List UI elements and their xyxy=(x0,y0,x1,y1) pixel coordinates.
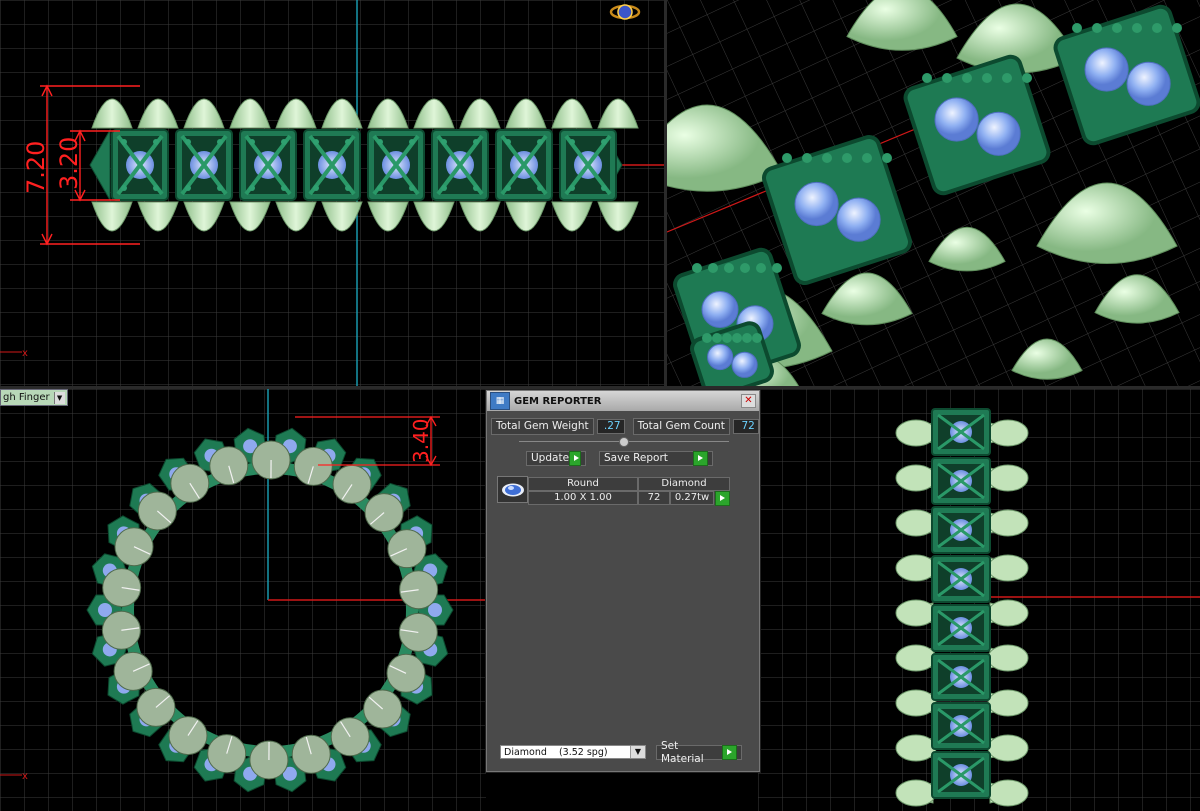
header-shape: Round xyxy=(528,477,638,491)
gem-table-header: Round Diamond xyxy=(528,477,730,491)
set-material-label: Set Material xyxy=(661,739,704,765)
gem-setting-side xyxy=(931,702,991,750)
axis-x-label-front: x xyxy=(22,348,28,359)
set-material-go-icon xyxy=(722,745,737,760)
spike-top-view xyxy=(114,527,154,567)
spike-top-view xyxy=(207,734,247,774)
ring-side xyxy=(895,408,1029,807)
gem-count-cell: 72 xyxy=(638,491,670,505)
gem-setting xyxy=(303,129,361,201)
top-view-canvas: 3.40 x xyxy=(0,389,486,811)
total-count-value: 72 xyxy=(732,419,759,434)
save-report-go-icon xyxy=(693,451,708,466)
update-label: Update xyxy=(531,452,570,464)
axis-x-label-top: x xyxy=(22,771,28,782)
dim-inner-label: 3.20 xyxy=(55,137,83,190)
spike-top-view xyxy=(364,493,404,533)
gem-setting xyxy=(495,129,553,201)
gem-setting xyxy=(175,129,233,201)
material-select-value: Diamond (3.52 spg) xyxy=(504,747,608,758)
dim-outer-label: 7.20 xyxy=(22,141,50,194)
gem-setting-side xyxy=(931,506,991,554)
gem-weight-cell: 0.27tw xyxy=(670,491,714,505)
viewport-front[interactable]: 7.20 3.20 x xyxy=(0,0,664,386)
total-weight-value: .27 xyxy=(596,419,625,434)
gem-setting-side xyxy=(931,604,991,652)
perspective-canvas xyxy=(667,0,1200,386)
gem-setting-side xyxy=(931,555,991,603)
save-report-label: Save Report xyxy=(604,452,668,464)
chevron-down-icon[interactable]: ▼ xyxy=(630,746,645,758)
header-material: Diamond xyxy=(638,477,730,491)
finger-size-dropdown[interactable]: gh Finger ▼ xyxy=(0,389,68,406)
spike-top-view xyxy=(101,610,141,650)
dim-top-label: 3.40 xyxy=(409,418,433,463)
total-count-label: Total Gem Count xyxy=(632,418,730,435)
round-gem-icon xyxy=(501,483,524,496)
table-row[interactable]: 1.00 X 1.00 72 0.27tw xyxy=(528,491,730,506)
finger-size-label: gh Finger xyxy=(3,392,50,403)
material-select[interactable]: Diamond (3.52 spg) ▼ xyxy=(500,745,646,759)
gem-reporter-title: GEM REPORTER xyxy=(514,395,602,407)
gem-setting xyxy=(431,129,489,201)
gem-setting-side xyxy=(931,408,991,456)
total-weight-label: Total Gem Weight xyxy=(491,418,594,435)
gem-thumbnail[interactable] xyxy=(497,476,528,503)
gem-setting-side xyxy=(931,457,991,505)
slider-knob[interactable] xyxy=(619,437,629,447)
gem-setting xyxy=(559,129,617,201)
front-view-canvas: 7.20 3.20 x xyxy=(0,0,664,386)
update-button[interactable]: Update xyxy=(526,451,586,466)
gem-reporter-panel[interactable]: ▦ GEM REPORTER ✕ Total Gem Weight .27 To… xyxy=(486,390,760,772)
gem-size-cell: 1.00 X 1.00 xyxy=(528,491,638,505)
totals-row: Total Gem Weight .27 Total Gem Count 72 xyxy=(491,418,759,435)
gem-list[interactable]: Round Diamond 1.00 X 1.00 72 0.27tw xyxy=(496,473,755,737)
row-go-icon[interactable] xyxy=(715,491,730,506)
gem-setting-side xyxy=(931,751,991,799)
spike-top-view xyxy=(363,689,403,729)
save-report-button[interactable]: Save Report xyxy=(599,451,713,466)
viewport-side[interactable]: y xyxy=(758,389,1200,811)
gem-reporter-logo-icon: ▦ xyxy=(490,392,510,410)
gem-setting xyxy=(111,129,169,201)
close-icon[interactable]: ✕ xyxy=(741,394,756,408)
side-view-canvas: y xyxy=(758,389,1200,811)
chevron-down-icon[interactable]: ▼ xyxy=(53,391,65,404)
viewport-top[interactable]: 3.40 x xyxy=(0,389,486,811)
gem-reporter-titlebar[interactable]: ▦ GEM REPORTER ✕ xyxy=(487,391,759,411)
update-go-icon xyxy=(569,451,581,466)
viewport-perspective[interactable] xyxy=(667,0,1200,386)
gem-setting-side xyxy=(931,653,991,701)
gem-setting xyxy=(367,129,425,201)
panel-slider[interactable] xyxy=(519,437,729,447)
gem-setting xyxy=(239,129,297,201)
set-material-button[interactable]: Set Material xyxy=(656,740,742,765)
